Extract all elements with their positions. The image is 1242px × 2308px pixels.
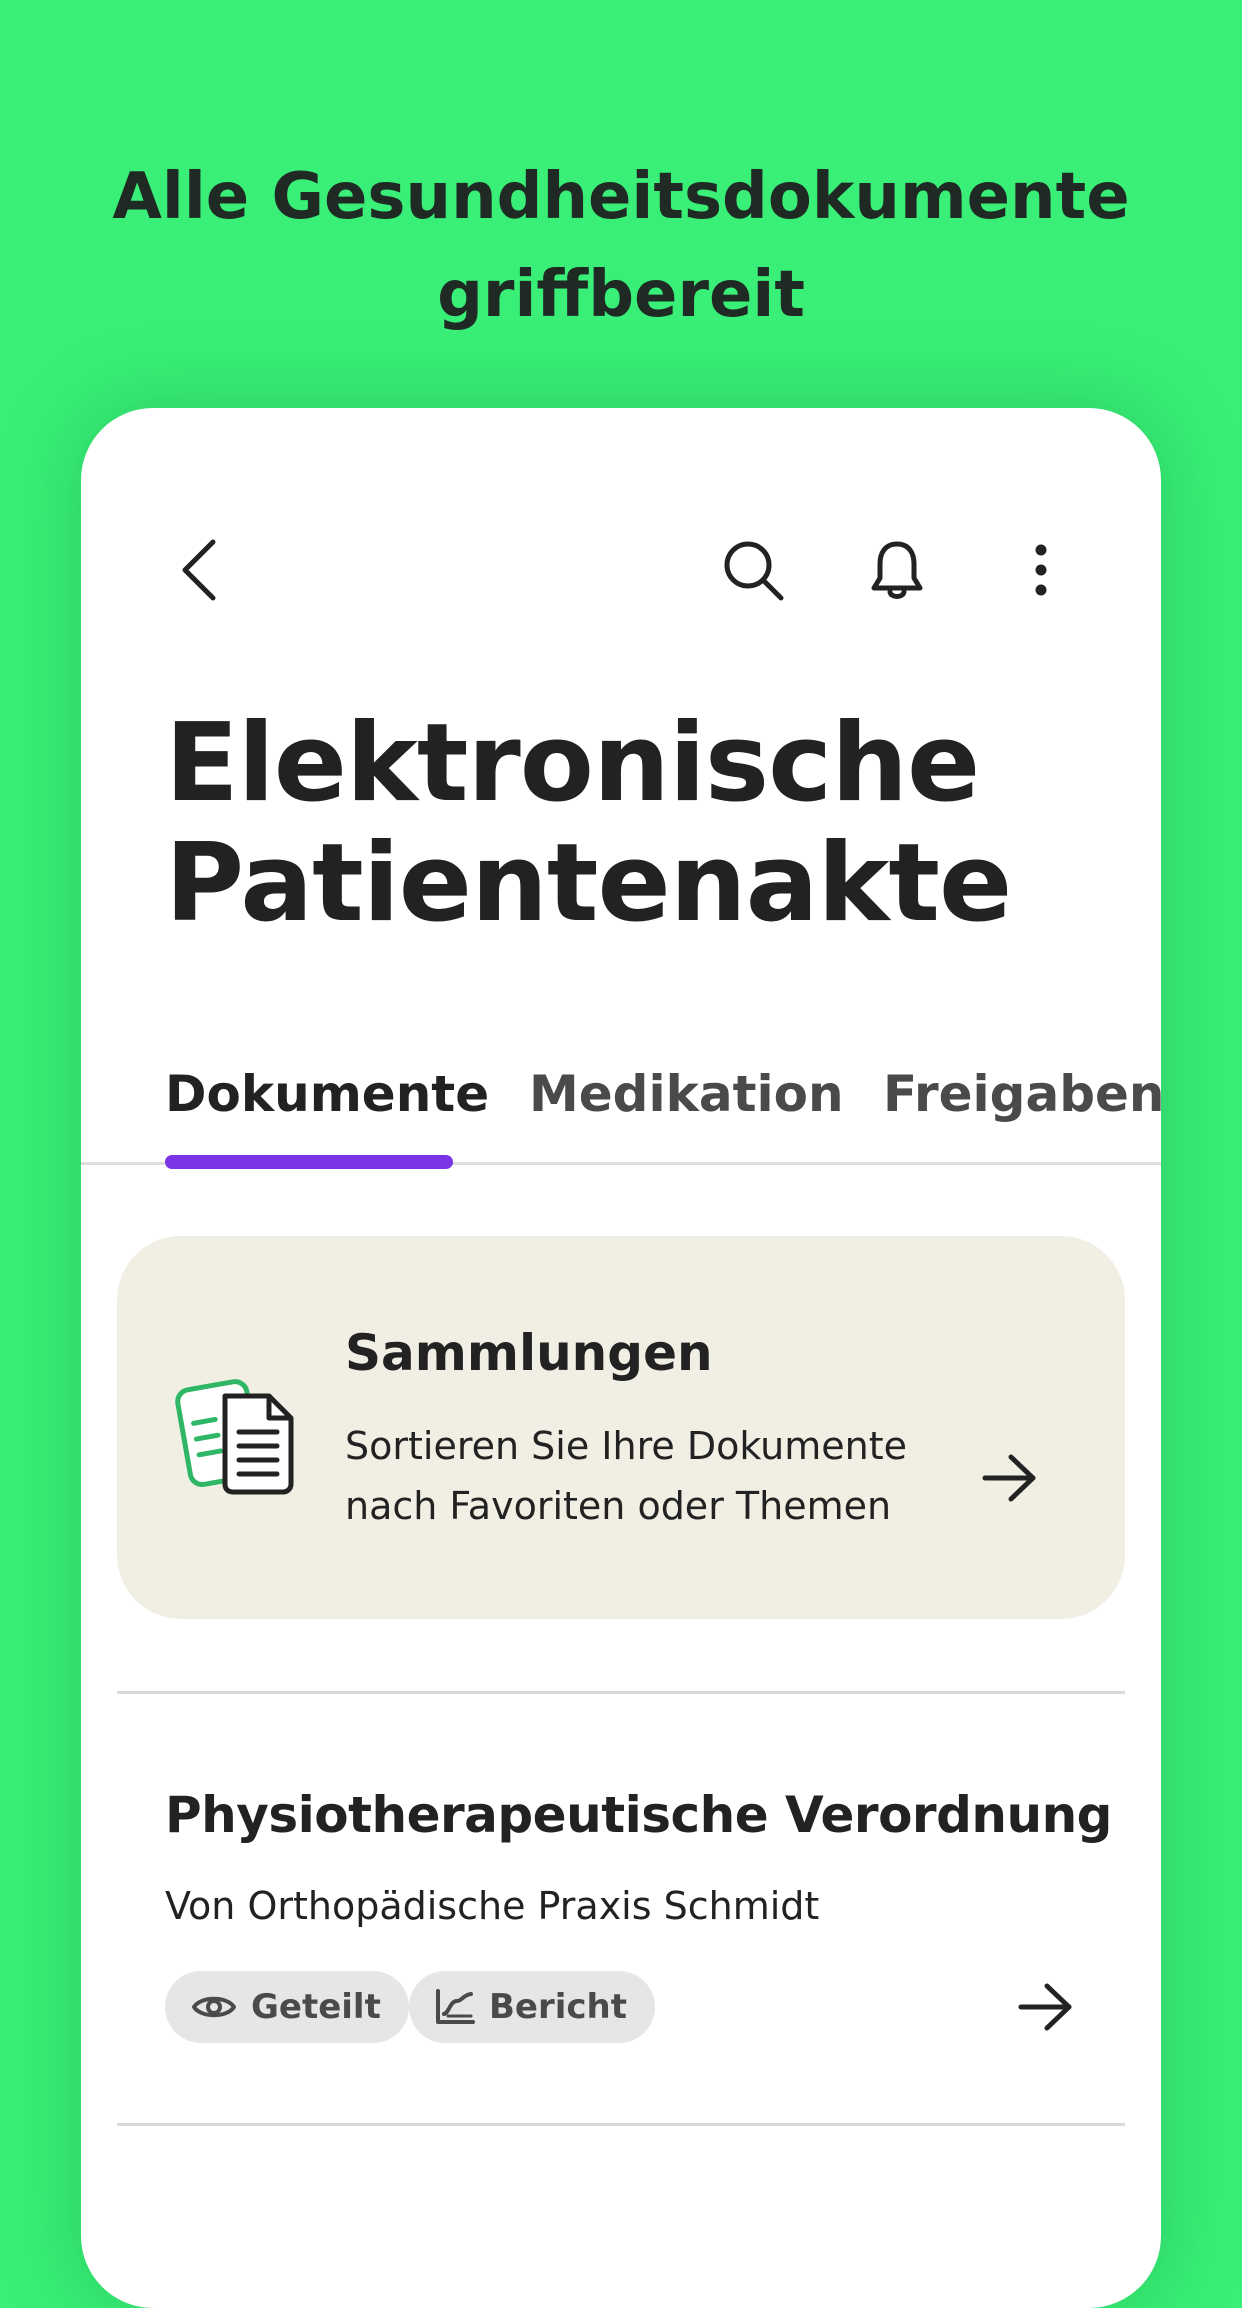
more-vertical-icon	[1035, 544, 1047, 596]
arrow-right-icon	[982, 1454, 1036, 1502]
documents-icon	[175, 1379, 294, 1495]
tag-report: Bericht	[409, 1971, 656, 2043]
search-button[interactable]	[711, 528, 795, 612]
page-title: Elektronische Patientenakte	[165, 701, 1012, 946]
back-button[interactable]	[157, 528, 241, 612]
chevron-left-icon	[182, 539, 216, 601]
more-options-button[interactable]	[999, 528, 1083, 612]
promo-headline-line1: Alle Gesundheitsdokumente	[112, 160, 1130, 234]
collections-card[interactable]: Sammlungen Sortieren Sie Ihre Dokumente …	[117, 1236, 1125, 1619]
page-title-line1: Elektronische	[165, 701, 980, 826]
promo-headline: Alle Gesundheitsdokumente griffbereit	[0, 148, 1242, 344]
tag-shared-label: Geteilt	[251, 1987, 381, 2027]
list-divider	[117, 1691, 1125, 1694]
notifications-button[interactable]	[855, 528, 939, 612]
chart-icon	[435, 1989, 475, 2025]
tab-dokumente[interactable]: Dokumente	[165, 1058, 489, 1130]
promo-headline-line2: griffbereit	[437, 258, 805, 332]
phone-screen: Elektronische Patientenakte Dokumente Me…	[81, 408, 1161, 2308]
list-divider	[117, 2123, 1125, 2126]
collections-description: Sortieren Sie Ihre Dokumente nach Favori…	[345, 1424, 908, 1528]
arrow-right-icon	[1018, 1983, 1072, 2031]
tab-freigaben[interactable]: Freigaben	[883, 1058, 1161, 1130]
active-tab-indicator	[165, 1155, 453, 1169]
search-icon	[724, 541, 784, 601]
collections-arrow-button[interactable]	[975, 1443, 1045, 1513]
document-arrow-button[interactable]	[1011, 1972, 1081, 2042]
eye-icon	[191, 1992, 237, 2022]
collections-title: Sammlungen	[345, 1324, 713, 1382]
page-title-line2: Patientenakte	[165, 821, 1012, 946]
document-title: Physiotherapeutische Verordnung	[165, 1786, 1112, 1844]
tag-shared: Geteilt	[165, 1971, 409, 2043]
tab-bar: Dokumente Medikation Freigaben	[81, 1058, 1161, 1164]
document-source: Von Orthopädische Praxis Schmidt	[165, 1884, 820, 1928]
tab-medikation[interactable]: Medikation	[529, 1058, 844, 1130]
tag-report-label: Bericht	[489, 1987, 628, 2027]
bell-icon	[871, 541, 923, 599]
